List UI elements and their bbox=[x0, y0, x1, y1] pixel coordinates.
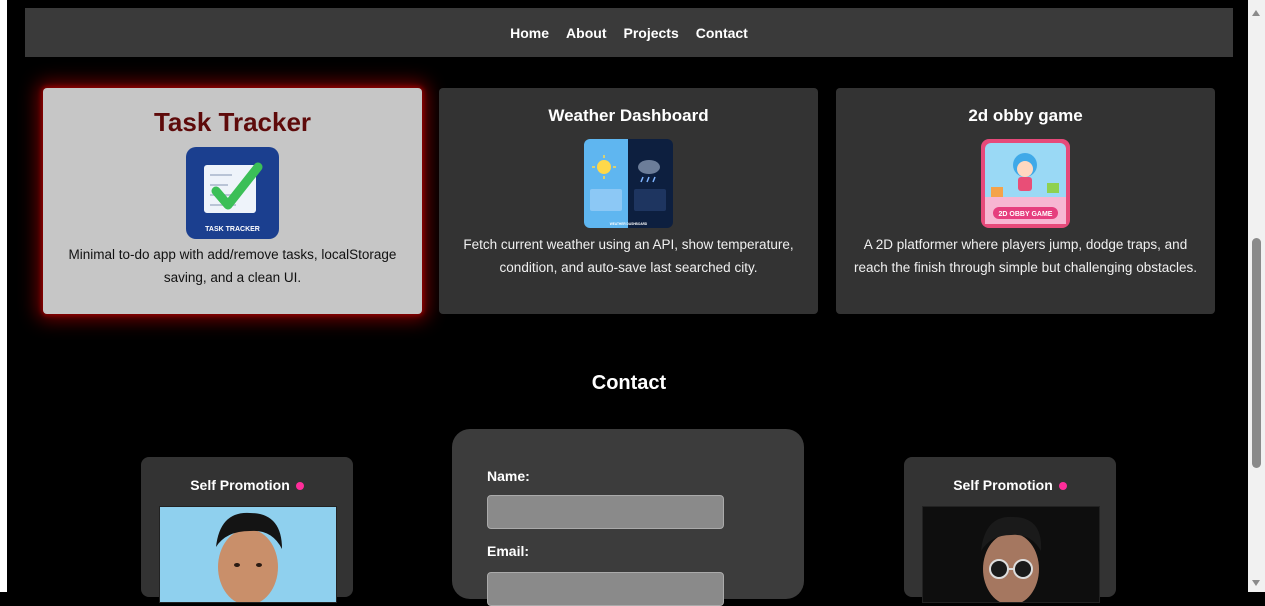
contact-form: Name: Email: bbox=[452, 429, 804, 606]
scroll-up-arrow-icon[interactable] bbox=[1252, 10, 1260, 16]
navbar: Home About Projects Contact bbox=[25, 8, 1233, 57]
nav-link-about[interactable]: About bbox=[566, 25, 606, 41]
profile-photo bbox=[159, 506, 337, 603]
name-input[interactable] bbox=[487, 495, 724, 529]
window-edge bbox=[0, 0, 7, 592]
project-description: Minimal to-do app with add/remove tasks,… bbox=[68, 247, 397, 285]
weather-icon: WEATHER DASHBOARD bbox=[584, 139, 673, 228]
contact-heading: Contact bbox=[591, 372, 667, 394]
project-title: Weather Dashboard bbox=[548, 106, 709, 125]
self-promotion-card-right: Self Promotion bbox=[904, 457, 1116, 603]
nav-link-contact[interactable]: Contact bbox=[696, 25, 748, 41]
promo-title: Self Promotion bbox=[190, 477, 290, 493]
thumb-caption: WEATHER DASHBOARD bbox=[610, 222, 648, 226]
pink-dot-icon bbox=[295, 482, 304, 491]
scroll-down-arrow-icon[interactable] bbox=[1252, 580, 1260, 586]
pink-dot-icon bbox=[1058, 482, 1067, 491]
project-card-2d-obby-game[interactable]: 2d obby game 2D OBBY GAME A 2D platforme… bbox=[836, 88, 1215, 314]
email-input[interactable] bbox=[487, 572, 724, 606]
project-title: Task Tracker bbox=[153, 107, 312, 137]
page: Home About Projects Contact Task Tracker… bbox=[25, 0, 1233, 606]
project-card-weather-dashboard[interactable]: Weather Dashboard WEATHER DASHBOARD Fetc… bbox=[439, 88, 818, 314]
thumb-caption: TASK TRACKER bbox=[205, 226, 260, 233]
nav-link-home[interactable]: Home bbox=[510, 25, 549, 41]
profile-photo bbox=[922, 506, 1100, 603]
project-description: A 2D platformer where players jump, dodg… bbox=[854, 237, 1197, 275]
name-label: Name: bbox=[487, 468, 530, 484]
game-icon: 2D OBBY GAME bbox=[981, 139, 1070, 228]
project-description: Fetch current weather using an API, show… bbox=[463, 237, 794, 275]
scrollbar[interactable] bbox=[1248, 0, 1265, 592]
email-label: Email: bbox=[487, 543, 530, 559]
nav-link-projects[interactable]: Projects bbox=[623, 25, 678, 41]
scrollbar-thumb[interactable] bbox=[1252, 238, 1261, 468]
checkmark-icon: TASK TRACKER bbox=[186, 147, 279, 239]
project-card-task-tracker[interactable]: Task Tracker TASK TRACKER Minimal to-do … bbox=[43, 88, 422, 314]
promo-title: Self Promotion bbox=[953, 477, 1053, 493]
project-title: 2d obby game bbox=[968, 106, 1083, 125]
thumb-caption: 2D OBBY GAME bbox=[999, 211, 1053, 218]
self-promotion-card-left: Self Promotion bbox=[141, 457, 353, 603]
